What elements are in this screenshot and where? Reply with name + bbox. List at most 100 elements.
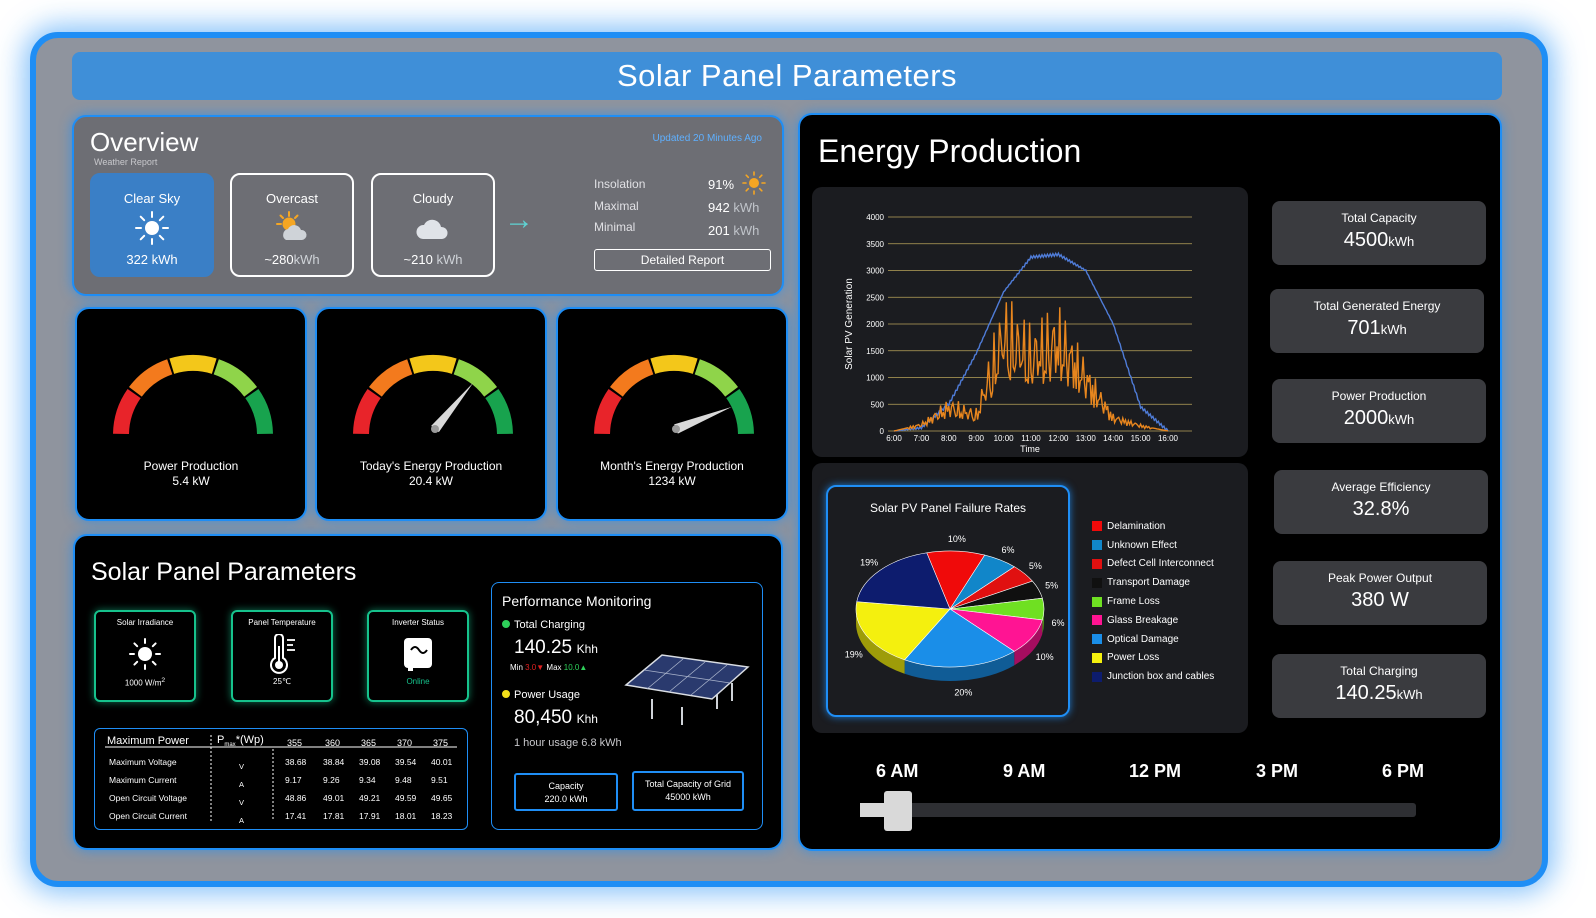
usage-note: 1 hour usage 6.8 kWh: [514, 737, 622, 749]
stat-label: Total Capacity: [1341, 211, 1417, 225]
stat-unit: kWh: [1388, 234, 1415, 249]
weather-card-label: Overcast: [265, 191, 318, 206]
stat-value: 380 W: [1351, 589, 1409, 611]
x-axis-label: Time: [1020, 444, 1040, 454]
timeline-label: 3 PM: [1256, 761, 1299, 781]
y-tick-label: 1500: [866, 347, 884, 356]
gauge-segment: [485, 388, 513, 435]
pie-slice-label: 19%: [845, 650, 863, 660]
weather-card-clear-sky[interactable]: Clear Sky 322 kWh: [90, 173, 214, 277]
gauge-segment: [409, 355, 457, 374]
table-cell: 9.26: [323, 775, 340, 785]
timeline-slider-thumb[interactable]: [883, 791, 912, 831]
legend-item: Optical Damage: [1092, 630, 1214, 649]
x-tick-label: 12:00: [1048, 434, 1069, 443]
gauge-segment: [128, 359, 173, 397]
gauge-label: Power Production: [143, 459, 239, 473]
pie-slice-label: 6%: [1051, 618, 1064, 628]
max-label: Max: [546, 663, 562, 672]
overview-title: Overview: [90, 127, 199, 157]
stat-card: Power Production 2000kWh: [1272, 379, 1486, 443]
pie-legend: Delamination Unknown Effect Defect Cell In…: [1092, 517, 1214, 686]
y-tick-label: 2000: [866, 320, 884, 329]
y-tick-label: 500: [871, 400, 885, 409]
y-tick-label: 1000: [866, 374, 884, 383]
sensor-value-sup: 2: [161, 677, 166, 684]
stat-value: 701: [1347, 317, 1381, 339]
minimal-value: 201: [708, 223, 730, 238]
weather-card-label: Cloudy: [412, 191, 454, 206]
thermometer-icon: [233, 631, 331, 677]
legend-item: Defect Cell Interconnect: [1092, 555, 1214, 574]
y-tick-label: 0: [880, 427, 885, 436]
solar-panel-array-illustration: [624, 654, 750, 725]
legend-label: Unknown Effect: [1107, 539, 1177, 551]
legend-label: Transport Damage: [1107, 577, 1190, 589]
gauge-segment: [650, 355, 698, 374]
legend-swatch: [1092, 634, 1102, 645]
timeline-slider-track[interactable]: [860, 803, 1416, 817]
gauge-segment: [453, 359, 498, 397]
gauge-segment: [245, 388, 273, 435]
sensor-solar-irradiance: Solar Irradiance 1000 W/m2: [94, 610, 196, 702]
legend-label: Delamination: [1107, 520, 1166, 532]
gauge-value: 20.4 kW: [408, 474, 453, 488]
gauge-dial: [353, 355, 513, 435]
table-cell: 9.34: [359, 775, 376, 785]
y-tick-label: 2500: [866, 293, 884, 302]
table-cell: 39.08: [359, 757, 381, 767]
table-cell: 49.59: [395, 793, 417, 803]
stat-unit: kWh: [1388, 412, 1415, 427]
detailed-report-button[interactable]: Detailed Report: [594, 249, 771, 271]
gauge-segment: [609, 359, 654, 397]
gauge-needle-hub: [431, 425, 439, 433]
failure-rates-section: Solar PV Panel Failure Rates 10% 6% 5% 5% 6%…: [812, 463, 1248, 733]
perf-title: Performance Monitoring: [502, 593, 652, 609]
energy-panel: Energy Production 0 500 1000 1500 2000 2500 30…: [798, 113, 1502, 851]
legend-item: Transport Damage: [1092, 573, 1214, 592]
weather-card-overcast[interactable]: Overcast ~280kWh: [230, 173, 354, 277]
pie-slice-label: 6%: [1001, 545, 1014, 555]
sensor-label: Panel Temperature: [248, 618, 316, 627]
stat-value: 4500: [1343, 229, 1389, 251]
weather-card-label: Clear Sky: [123, 191, 181, 206]
pie-slice-label: 10%: [1036, 652, 1054, 662]
x-tick-label: 10:00: [994, 434, 1015, 443]
weather-card-value: ~210: [403, 252, 433, 267]
legend-item: Frame Loss: [1092, 592, 1214, 611]
gauge-needle: [431, 382, 474, 433]
maximal-label: Maximal: [594, 199, 639, 213]
table-row-name: Open Circuit Current: [109, 811, 187, 821]
weather-card-cloudy[interactable]: Cloudy ~210 kWh: [371, 173, 495, 277]
table-cell: 18.23: [431, 811, 453, 821]
stat-value: 2000: [1343, 407, 1389, 429]
sensor-value: 25℃: [273, 677, 291, 686]
gauge-segment: [353, 388, 381, 435]
stat-label: Power Production: [1331, 389, 1427, 403]
stat-label: Total Generated Energy: [1313, 299, 1441, 313]
stat-card: Total Charging 140.25kWh: [1272, 654, 1486, 718]
params-title: Solar Panel Parameters: [91, 558, 357, 586]
overview-panel: Overview Weather Report Updated 20 Minut…: [72, 115, 784, 296]
legend-item: Power Loss: [1092, 649, 1214, 668]
grid-capacity-value: 45000 kWh: [665, 792, 711, 802]
table-column-header: 355: [287, 738, 303, 748]
timeline-label: 9 AM: [1003, 761, 1046, 781]
charging-label: Total Charging: [514, 619, 585, 631]
arrow-down-icon: ▼: [536, 663, 545, 672]
x-tick-label: 16:00: [1158, 434, 1179, 443]
table-header-label: Maximum Power: [107, 735, 189, 747]
pie-slice-label: 19%: [860, 558, 878, 568]
page-title: Solar Panel Parameters: [72, 52, 1502, 100]
legend-swatch: [1092, 521, 1102, 532]
table-row-unit: A: [239, 816, 245, 825]
table-column-header: 365: [361, 738, 377, 748]
pie-slice-label: 5%: [1045, 580, 1058, 590]
gauge-segment: [694, 359, 739, 397]
legend-item: Unknown Effect: [1092, 536, 1214, 555]
sensor-value: Online: [406, 677, 430, 686]
min-label: Min: [510, 663, 523, 672]
y-tick-label: 4000: [866, 213, 884, 222]
gauge-dial: [594, 355, 754, 435]
table-column-header: 375: [433, 738, 449, 748]
